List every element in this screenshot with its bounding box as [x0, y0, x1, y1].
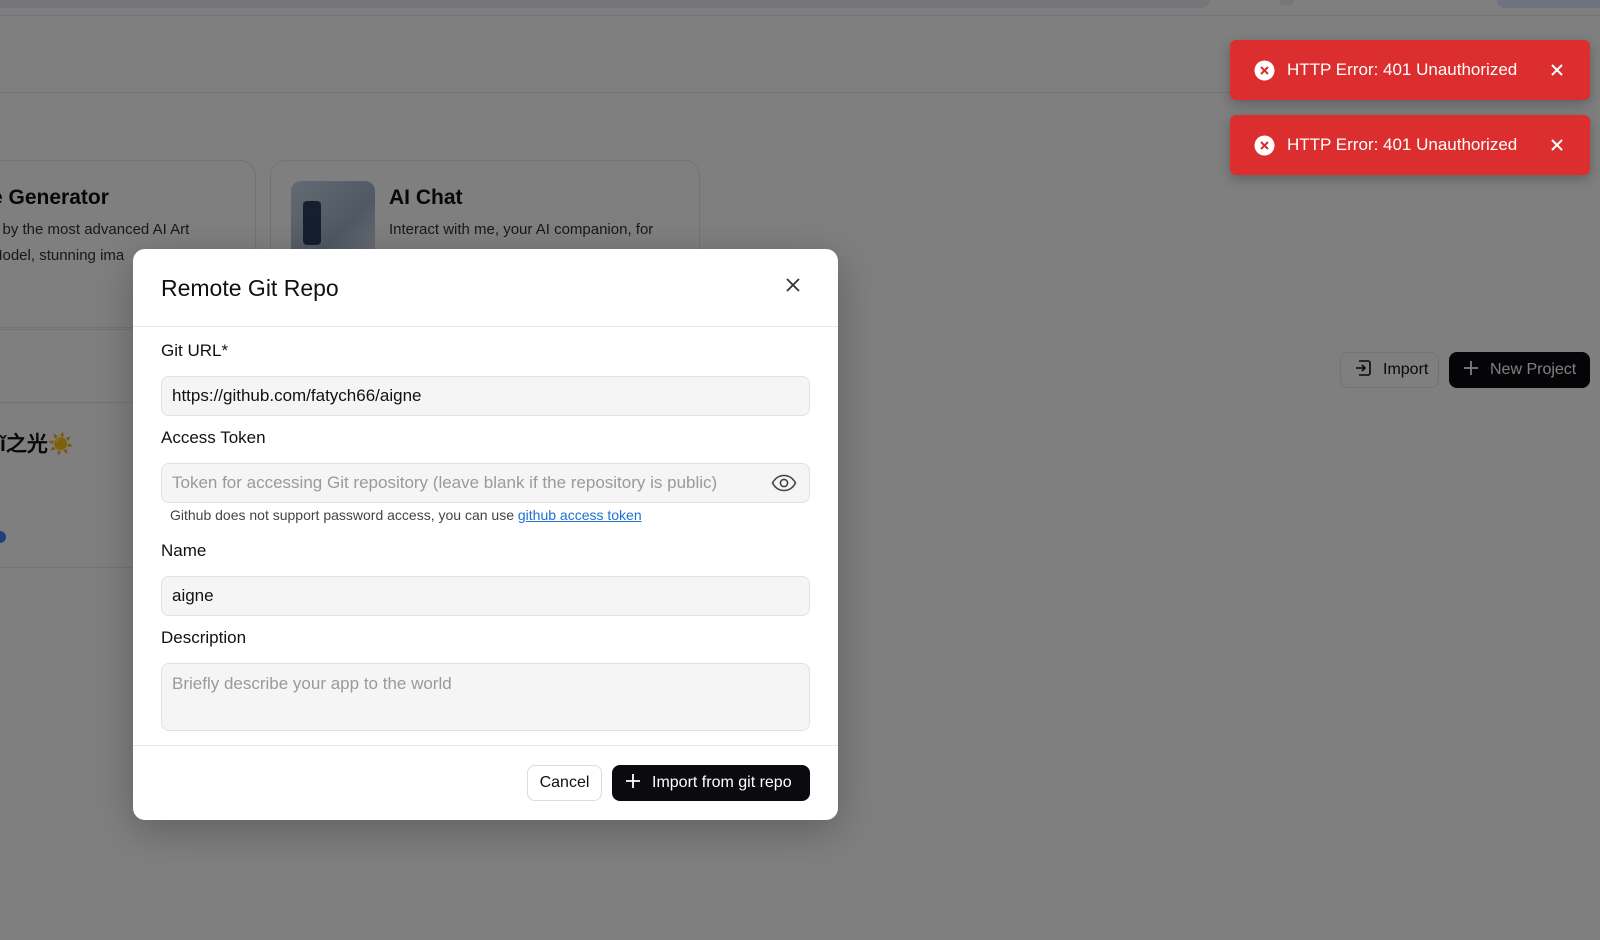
access-token-input[interactable]: [161, 463, 810, 503]
import-from-git-repo-label: Import from git repo: [652, 774, 792, 791]
error-toast: HTTP Error: 401 Unauthorized: [1230, 40, 1590, 100]
git-url-label: Git URL*: [161, 341, 229, 360]
name-label: Name: [161, 541, 207, 560]
access-token-helper: Github does not support password access,…: [170, 507, 642, 523]
error-toast: HTTP Error: 401 Unauthorized: [1230, 115, 1590, 175]
error-circle-icon: [1254, 60, 1275, 81]
toast-message: HTTP Error: 401 Unauthorized: [1287, 135, 1518, 154]
dialog-close-button[interactable]: [777, 271, 809, 303]
access-token-label: Access Token: [161, 428, 266, 447]
cancel-button[interactable]: Cancel: [527, 765, 602, 801]
close-icon: [784, 276, 802, 299]
description-textarea[interactable]: [161, 663, 810, 731]
dialog-footer-divider: [133, 745, 838, 746]
name-input[interactable]: [161, 576, 810, 616]
description-label: Description: [161, 628, 247, 647]
dialog-header: Remote Git Repo: [133, 249, 838, 327]
toggle-visibility-button[interactable]: [770, 471, 798, 499]
error-circle-icon: [1254, 135, 1275, 156]
import-from-git-repo-button[interactable]: Import from git repo: [612, 765, 810, 801]
git-url-input[interactable]: [161, 376, 810, 416]
github-access-token-link[interactable]: github access token: [518, 507, 642, 523]
eye-icon: [771, 474, 797, 497]
dialog-title: Remote Git Repo: [161, 275, 339, 301]
toast-message: HTTP Error: 401 Unauthorized: [1287, 60, 1518, 79]
plus-icon: [624, 772, 642, 795]
toast-close-button[interactable]: [1546, 59, 1568, 81]
remote-git-repo-dialog: Remote Git Repo Git URL* Access Token Gi…: [133, 249, 838, 820]
toast-close-button[interactable]: [1546, 134, 1568, 156]
